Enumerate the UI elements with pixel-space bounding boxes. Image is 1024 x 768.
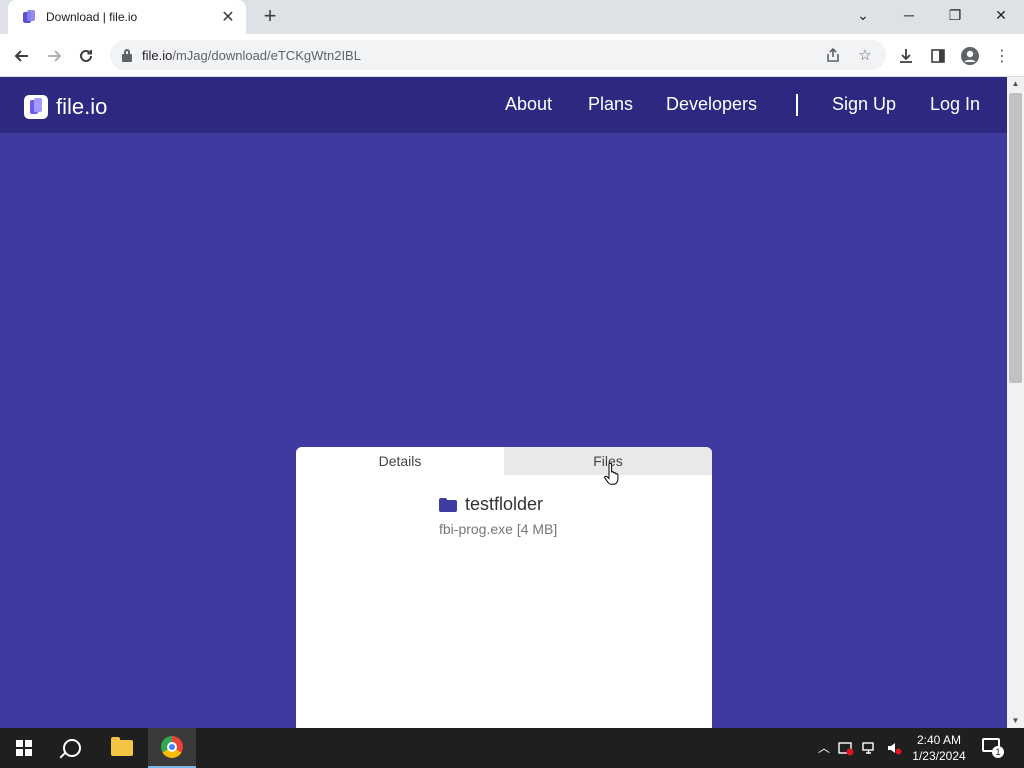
vertical-scrollbar[interactable]: ▲ ▼ — [1007, 77, 1024, 728]
nav-developers[interactable]: Developers — [666, 94, 757, 115]
url-host: file.io — [142, 47, 173, 63]
nav-plans[interactable]: Plans — [588, 94, 633, 115]
tab-close-icon[interactable]: ✕ — [220, 7, 236, 27]
tab-title: Download | file.io — [46, 10, 138, 24]
security-shield-icon[interactable] — [838, 740, 854, 756]
share-icon[interactable] — [824, 47, 842, 65]
browser-menu-kebab-icon[interactable]: ⋮ — [990, 44, 1014, 68]
logo-text: file.io — [56, 94, 108, 119]
back-arrow-icon[interactable] — [8, 42, 36, 70]
nav-sign-up[interactable]: Sign Up — [832, 94, 896, 115]
scrollbar-thumb[interactable] — [1009, 93, 1022, 383]
folder-icon — [439, 497, 457, 512]
fileio-favicon-icon — [22, 10, 36, 24]
tray-chevron-up-icon[interactable]: ︿ — [816, 740, 832, 756]
chrome-icon — [161, 736, 183, 758]
windows-logo-icon — [16, 740, 32, 756]
network-icon[interactable] — [862, 740, 878, 756]
search-button[interactable] — [48, 728, 96, 768]
tab-details[interactable]: Details — [296, 447, 504, 475]
file-explorer-icon — [111, 737, 133, 756]
scroll-down-icon[interactable]: ▼ — [1007, 714, 1024, 728]
file-entry: fbi-prog.exe [4 MB] — [439, 521, 558, 537]
file-explorer-button[interactable] — [98, 728, 146, 768]
clock-date: 1/23/2024 — [912, 749, 966, 763]
browser-titlebar: Download | file.io ✕ + ⌄ ─ ❐ ✕ — [0, 0, 1024, 34]
new-tab-button[interactable]: + — [258, 5, 282, 29]
volume-muted-icon[interactable] — [886, 740, 902, 756]
lock-icon[interactable] — [120, 48, 134, 62]
hand-pointer-cursor-icon — [604, 463, 619, 485]
url-path: /mJag/download/eTCKgWtn2IBL — [172, 47, 361, 63]
nav-about[interactable]: About — [505, 94, 552, 115]
folder-name: testflolder — [465, 494, 544, 514]
page-viewport: file.io About Plans Developers Sign Up L… — [0, 77, 1007, 728]
windows-taskbar: ︿ 2:40 AM 1/23/2024 1 — [0, 728, 1024, 768]
nav-log-in[interactable]: Log In — [930, 94, 980, 115]
browser-toolbar: file.io/mJag/download/eTCKgWtn2IBL ☆ ⋮ — [0, 34, 1024, 77]
folder-item[interactable]: testflolder — [439, 494, 543, 515]
fileio-logo-icon — [24, 95, 48, 119]
address-bar[interactable]: file.io/mJag/download/eTCKgWtn2IBL ☆ — [110, 40, 886, 70]
system-clock[interactable]: 2:40 AM 1/23/2024 — [906, 732, 972, 764]
site-logo[interactable]: file.io — [24, 94, 107, 120]
forward-arrow-icon[interactable] — [40, 42, 68, 70]
restore-button[interactable]: ❐ — [932, 0, 978, 30]
site-header: file.io About Plans Developers Sign Up L… — [0, 77, 1007, 133]
chrome-taskbar-button[interactable] — [148, 728, 196, 768]
side-panel-icon[interactable] — [926, 44, 950, 68]
clock-time: 2:40 AM — [916, 733, 962, 747]
start-button[interactable] — [0, 728, 48, 768]
action-center-button[interactable]: 1 — [982, 738, 1004, 758]
notification-count: 1 — [992, 746, 1004, 758]
reload-icon[interactable] — [72, 42, 100, 70]
scroll-up-icon[interactable]: ▲ — [1007, 77, 1024, 91]
search-icon — [63, 739, 81, 757]
close-window-button[interactable]: ✕ — [978, 0, 1024, 30]
bookmark-star-icon[interactable]: ☆ — [856, 47, 874, 65]
tab-search-chevron-icon[interactable]: ⌄ — [840, 0, 886, 30]
download-icon[interactable] — [894, 44, 918, 68]
profile-avatar-icon[interactable] — [958, 44, 982, 68]
nav-divider — [796, 94, 798, 116]
browser-tab-active[interactable]: Download | file.io ✕ — [8, 0, 246, 34]
minimize-button[interactable]: ─ — [886, 0, 932, 30]
download-card: Details Files testflolder fbi-prog.exe [… — [296, 447, 712, 728]
